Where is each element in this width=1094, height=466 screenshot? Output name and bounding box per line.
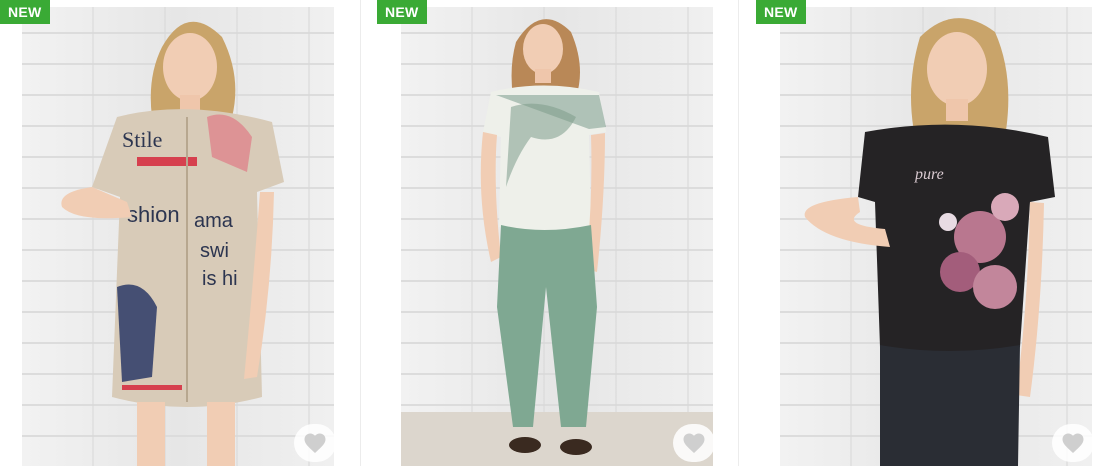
model-figure: Stile shion ama swi is hi — [61, 21, 284, 466]
heart-icon — [304, 433, 326, 453]
svg-text:Stile: Stile — [122, 127, 162, 152]
card-divider — [738, 0, 739, 466]
favorite-button[interactable] — [673, 424, 713, 462]
product-card[interactable]: NEW Stile shion ama swi is hi — [0, 0, 360, 466]
heart-icon — [1062, 433, 1084, 453]
model-figure: pure — [804, 18, 1055, 466]
svg-text:pure: pure — [914, 166, 944, 183]
new-badge: NEW — [377, 0, 427, 24]
product-image[interactable]: pure — [780, 7, 1092, 466]
product-card[interactable]: NEW — [377, 0, 737, 466]
product-card[interactable]: NEW pure — [756, 0, 1094, 466]
svg-text:is hi: is hi — [202, 268, 238, 290]
product-grid: NEW Stile shion ama swi is hi NEW NEW pu… — [0, 0, 1094, 466]
new-badge: NEW — [0, 0, 50, 24]
favorite-button[interactable] — [294, 424, 334, 462]
svg-text:ama: ama — [194, 210, 234, 232]
svg-text:swi: swi — [200, 240, 229, 262]
favorite-button[interactable] — [1052, 424, 1092, 462]
product-image[interactable]: Stile shion ama swi is hi — [22, 7, 334, 466]
card-divider — [360, 0, 361, 466]
new-badge: NEW — [756, 0, 806, 24]
product-image[interactable] — [401, 7, 713, 466]
heart-icon — [683, 433, 705, 453]
svg-text:shion: shion — [127, 202, 180, 227]
model-figure — [401, 19, 713, 466]
